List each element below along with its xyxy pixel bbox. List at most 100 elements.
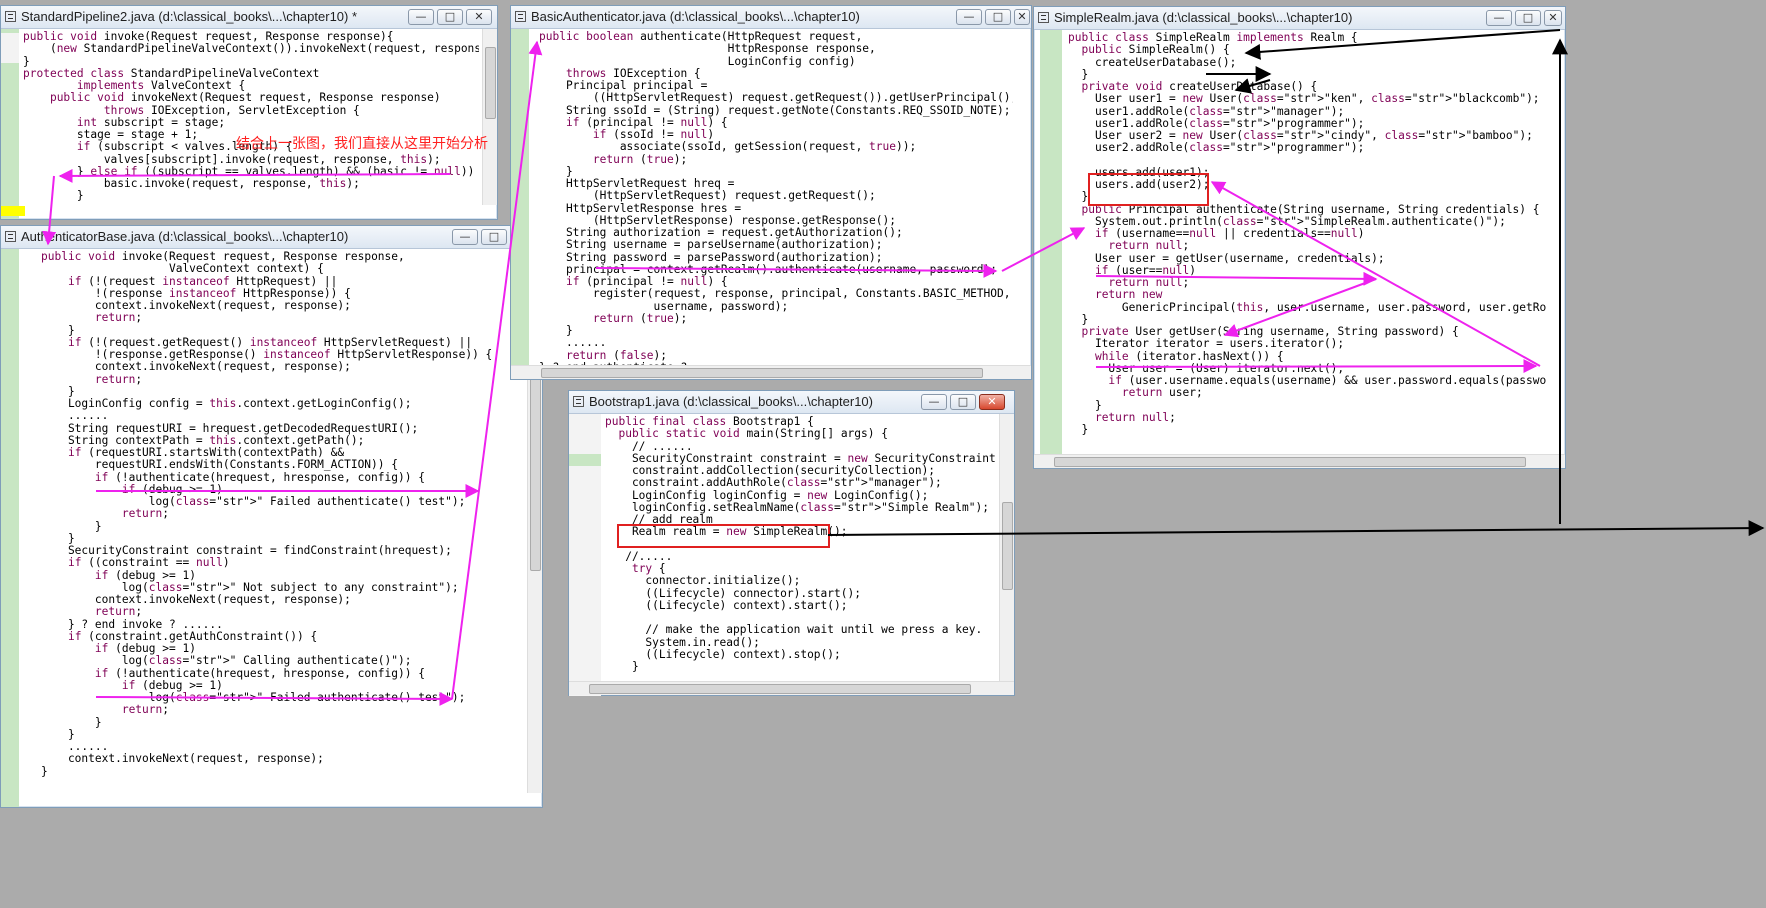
code-line: public SimpleRealm() {: [1081, 43, 1230, 57]
code-line: user1.addRole(class="str">"manager");: [1068, 104, 1345, 118]
code-line: return;: [94, 311, 143, 325]
code-line: User user1 = new User(class="str">"ken",…: [1068, 92, 1540, 106]
code-line: ......: [41, 409, 109, 423]
code-line: return user;: [1121, 386, 1203, 400]
java-file-icon: [1038, 12, 1049, 23]
code-line: return (false);: [565, 348, 668, 362]
code-line: basic.invoke(request, response, this);: [23, 177, 360, 190]
code-line: if (!authenticate(hrequest, hresponse, c…: [94, 666, 425, 680]
minimize-button[interactable]: —: [956, 9, 982, 25]
code-line: return (true);: [592, 152, 688, 166]
code-line: public static void main(String[] args) {: [618, 427, 888, 441]
minimize-button[interactable]: —: [452, 229, 478, 245]
maximize-button[interactable]: □: [1515, 10, 1541, 26]
code-line: String password = parsePassword(authoriz…: [539, 250, 883, 264]
code-line: return;: [94, 605, 143, 619]
editor-gutter: [511, 29, 529, 379]
code-line: }: [539, 324, 573, 337]
minimize-button[interactable]: —: [1486, 10, 1512, 26]
close-button[interactable]: ✕: [466, 9, 492, 25]
code-line: System.in.read();: [605, 635, 760, 649]
titlebar[interactable]: AuthenticatorBase.java (d:\classical_boo…: [1, 226, 542, 249]
window-title: StandardPipeline2.java (d:\classical_boo…: [21, 9, 358, 24]
titlebar[interactable]: StandardPipeline2.java (d:\classical_boo…: [1, 6, 497, 29]
maximize-button[interactable]: □: [437, 9, 463, 25]
editor-gutter: [1, 249, 19, 807]
code-line: }: [41, 764, 48, 778]
code-line: }: [605, 660, 639, 673]
annotation-note: 结合上一张图，我们直接从这里开始分析: [236, 136, 488, 152]
code-area[interactable]: public final class Bootstrap1 { public s…: [605, 416, 996, 681]
code-line: LoginConfig config = this.context.getLog…: [41, 397, 412, 410]
horizontal-scrollbar[interactable]: [1034, 454, 1565, 468]
scroll-thumb[interactable]: [1054, 457, 1526, 467]
code-line: return;: [94, 372, 143, 386]
window-standardpipeline2: StandardPipeline2.java (d:\classical_boo…: [0, 5, 498, 220]
code-line: (new StandardPipelineValveContext()).inv…: [23, 42, 479, 56]
gutter-block: [1, 33, 19, 63]
java-file-icon: [5, 231, 16, 242]
code-line: }: [1068, 423, 1089, 436]
scroll-thumb[interactable]: [1002, 502, 1013, 590]
close-button[interactable]: ✕: [1014, 9, 1030, 25]
window-title: SimpleRealm.java (d:\classical_books\...…: [1054, 10, 1353, 25]
scroll-thumb[interactable]: [485, 47, 496, 119]
horizontal-scrollbar[interactable]: [569, 681, 1014, 695]
code-line: register(request, response, principal, C…: [539, 287, 1011, 301]
maximize-button[interactable]: □: [985, 9, 1011, 25]
horizontal-scrollbar[interactable]: [511, 365, 1031, 379]
code-line: log(class="str">" Calling authenticate()…: [41, 654, 412, 668]
code-line: ((Lifecycle) connector).start();: [605, 586, 861, 600]
code-line: return null;: [1094, 410, 1176, 424]
code-area[interactable]: public void invoke(Request request, Resp…: [41, 251, 524, 793]
editor-gutter: [569, 414, 601, 696]
code-area[interactable]: public boolean authenticate(HttpRequest …: [539, 31, 1013, 365]
scroll-thumb[interactable]: [589, 684, 971, 694]
code-line: ValveContext context) {: [41, 262, 324, 276]
code-line: return new: [1094, 288, 1163, 302]
code-line: ((Lifecycle) context).stop();: [605, 647, 841, 661]
highlight-realm-new: [617, 524, 830, 548]
code-line: }: [23, 189, 84, 203]
close-button[interactable]: ✕: [979, 394, 1005, 410]
titlebar[interactable]: Bootstrap1.java (d:\classical_books\...\…: [569, 391, 1014, 414]
scroll-thumb[interactable]: [541, 368, 983, 378]
maximize-button[interactable]: □: [481, 229, 507, 245]
close-button[interactable]: ✕: [1544, 10, 1562, 26]
window-title: BasicAuthenticator.java (d:\classical_bo…: [531, 9, 860, 24]
editor-gutter: [1040, 30, 1062, 468]
minimize-button[interactable]: —: [408, 9, 434, 25]
code-line: // make the application wait until we pr…: [605, 623, 983, 637]
code-line: if (!authenticate(hrequest, hresponse, c…: [94, 470, 425, 484]
vertical-scrollbar[interactable]: [482, 29, 497, 205]
code-line: LoginConfig config): [539, 54, 856, 68]
gutter-block: [569, 414, 601, 454]
highlight-users-add: [1088, 173, 1209, 206]
code-line: return null;: [1108, 239, 1190, 253]
java-file-icon: [573, 396, 584, 407]
window-authenticatorbase: AuthenticatorBase.java (d:\classical_boo…: [0, 225, 543, 808]
window-basicauthenticator: BasicAuthenticator.java (d:\classical_bo…: [510, 5, 1032, 380]
code-line: ((Lifecycle) context).start();: [605, 598, 848, 612]
code-line: connector.initialize();: [605, 574, 801, 588]
minimize-button[interactable]: —: [921, 394, 947, 410]
window-simplerealm: SimpleRealm.java (d:\classical_books\...…: [1033, 6, 1566, 469]
code-line: constraint.addAuthRole(class="str">"mana…: [605, 476, 942, 490]
code-line: public void invokeNext(Request request, …: [49, 91, 441, 105]
gutter-highlight: [1, 206, 25, 216]
vertical-scrollbar[interactable]: [999, 414, 1014, 681]
titlebar[interactable]: SimpleRealm.java (d:\classical_books\...…: [1034, 7, 1565, 30]
maximize-button[interactable]: □: [950, 394, 976, 410]
java-file-icon: [5, 11, 16, 22]
code-line: }: [1068, 398, 1102, 412]
code-line: String requestURI = hrequest.getDecodedR…: [41, 421, 419, 435]
code-line: if (debug >= 1): [94, 568, 196, 582]
gutter-block: [569, 466, 601, 696]
code-line: ((HttpServletRequest) request.getRequest…: [539, 91, 1013, 105]
code-line: context.invokeNext(request, response);: [41, 752, 324, 766]
code-area[interactable]: public void invoke(Request request, Resp…: [23, 31, 479, 205]
code-area[interactable]: public class SimpleRealm implements Real…: [1068, 32, 1547, 454]
code-line: }: [41, 715, 102, 729]
window-title: AuthenticatorBase.java (d:\classical_boo…: [21, 229, 349, 244]
titlebar[interactable]: BasicAuthenticator.java (d:\classical_bo…: [511, 6, 1031, 29]
